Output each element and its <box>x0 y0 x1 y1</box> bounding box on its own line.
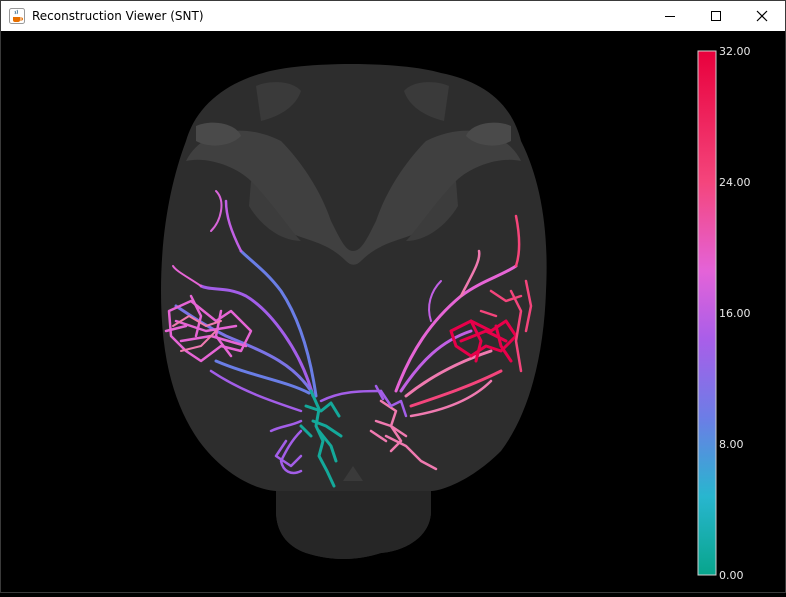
minimize-button[interactable] <box>647 1 693 31</box>
colorbar-legend: 32.00 24.00 16.00 8.00 0.00 <box>697 45 751 582</box>
java-coffee-cup-icon <box>9 8 25 24</box>
app-window: Reconstruction Viewer (SNT) 32.00 24.00 … <box>0 0 786 593</box>
minimize-icon <box>665 16 675 17</box>
close-icon <box>756 10 768 22</box>
3d-viewer-canvas[interactable]: 32.00 24.00 16.00 8.00 0.00 <box>1 31 785 592</box>
colorbar-gradient <box>697 50 717 576</box>
close-button[interactable] <box>739 1 785 31</box>
colorbar-label-16: 16.00 <box>719 307 751 320</box>
colorbar-label-8: 8.00 <box>719 438 744 451</box>
maximize-icon <box>711 11 721 21</box>
title-bar[interactable]: Reconstruction Viewer (SNT) <box>1 1 785 31</box>
colorbar-label-min: 0.00 <box>719 569 744 582</box>
window-title: Reconstruction Viewer (SNT) <box>32 9 204 23</box>
colorbar-label-max: 32.00 <box>719 45 751 58</box>
maximize-button[interactable] <box>693 1 739 31</box>
viewer-scene[interactable]: 32.00 24.00 16.00 8.00 0.00 <box>1 31 785 592</box>
brain-mesh <box>161 64 547 559</box>
colorbar-label-24: 24.00 <box>719 176 751 189</box>
